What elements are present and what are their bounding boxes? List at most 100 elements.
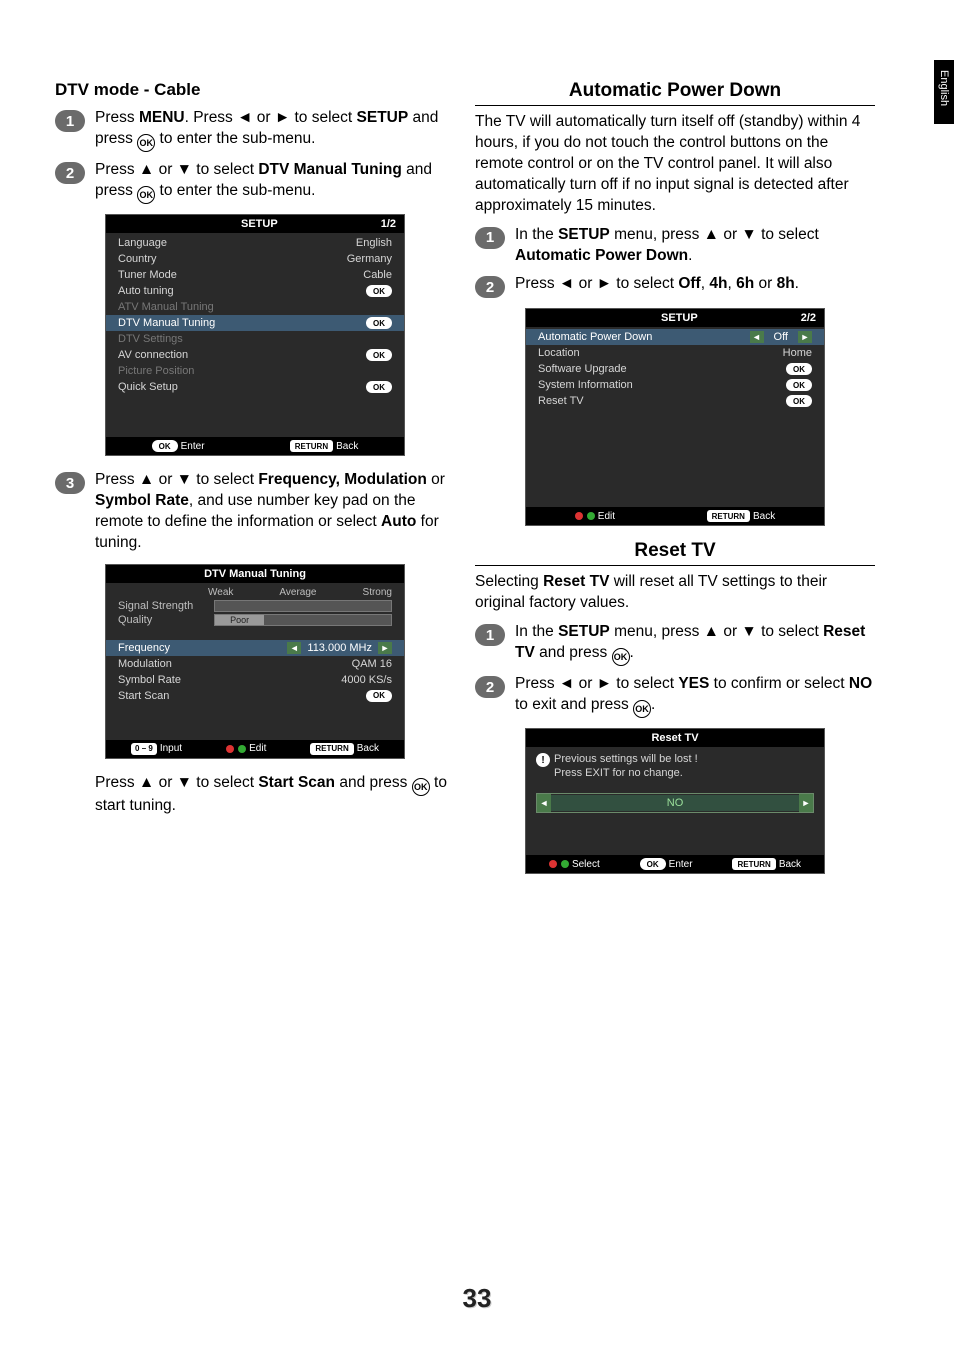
row-loc: LocationHome	[526, 345, 824, 361]
t: 6h	[736, 275, 754, 292]
t: Back	[753, 511, 775, 522]
osd1-titlebar: SETUP 1/2	[106, 215, 404, 233]
quality-row: Quality Poor	[118, 614, 392, 626]
reset-step-1-text: In the SETUP menu, press ▲ or ▼ to selec…	[515, 622, 875, 666]
val: 4000 KS/s	[341, 674, 392, 686]
lbl: Auto tuning	[118, 285, 174, 297]
osd1-title: SETUP	[138, 218, 381, 230]
val: QAM 16	[352, 658, 392, 670]
ok-icon: OK	[633, 700, 651, 718]
row-reset: Reset TV OK	[526, 393, 824, 409]
t: Input	[160, 743, 182, 754]
t: or	[427, 471, 445, 488]
val: Off	[774, 331, 788, 343]
apd-step-1: 1 In the SETUP menu, press ▲ or ▼ to sel…	[475, 225, 875, 267]
lbl: Start Scan	[118, 690, 169, 702]
reset-title: Reset TV	[475, 540, 875, 566]
lbl: System Information	[538, 379, 633, 391]
osd-dtv-manual: DTV Manual Tuning Weak Average Strong Si…	[105, 564, 405, 759]
dots-icon	[549, 860, 569, 868]
osd-setup-2: SETUP 2/2 Automatic Power Down ◄Off► Loc…	[525, 308, 825, 526]
footer-edit: Edit	[575, 510, 615, 522]
osd1-footer: OK Enter RETURN Back	[106, 437, 404, 455]
t: Enter	[669, 859, 693, 870]
row-language: Language English	[106, 235, 404, 251]
num-pill: 0 – 9	[131, 743, 157, 755]
row-country: CountryGermany	[106, 251, 404, 267]
row-mod: Modulation QAM 16	[106, 656, 404, 672]
lbl: Picture Position	[118, 365, 194, 377]
t: to exit and press	[515, 696, 633, 713]
t: Auto	[381, 513, 416, 530]
step-1-badge: 1	[55, 110, 85, 132]
t: Press ◄ or ► to select	[515, 675, 678, 692]
t: Back	[779, 859, 801, 870]
t: Enter	[181, 441, 205, 452]
t: Start Scan	[258, 774, 335, 791]
signal-strength-row: Signal Strength	[118, 600, 392, 612]
osd1-page: 1/2	[381, 218, 396, 230]
return-pill: RETURN	[310, 743, 353, 755]
row-dtv: DTV Manual TuningOK	[106, 315, 404, 331]
poor-label: Poor	[215, 615, 264, 625]
step-2: 2 Press ▲ or ▼ to select DTV Manual Tuni…	[55, 160, 455, 204]
t: .	[795, 275, 799, 292]
footer-back: RETURN Back	[707, 510, 776, 522]
page-number: 33	[0, 1283, 954, 1314]
t: Automatic Power Down	[515, 247, 688, 264]
t: Previous settings will be lost !	[554, 753, 698, 765]
footer-back: RETURN Back	[290, 440, 359, 452]
row-sym: Symbol Rate4000 KS/s	[106, 672, 404, 688]
lbl: Frequency	[118, 642, 170, 654]
osd3-footer: Edit RETURN Back	[526, 507, 824, 525]
step-1-text: Press MENU. Press ◄ or ► to select SETUP…	[95, 108, 455, 152]
lbl-strong: Strong	[363, 587, 392, 598]
osd3-page: 2/2	[801, 312, 816, 324]
t: .	[651, 696, 655, 713]
no-selector: ◄ NO ►	[536, 793, 814, 813]
reset-step-1-badge: 1	[475, 624, 505, 646]
row-tuner: Tuner ModeCable	[106, 267, 404, 283]
row-sw: Software UpgradeOK	[526, 361, 824, 377]
t: Edit	[598, 511, 615, 522]
signal-bar	[214, 600, 392, 612]
left-arrow-icon: ◄	[537, 794, 551, 812]
osd-setup-1: SETUP 1/2 Language English CountryGermany…	[105, 214, 405, 456]
lbl: Automatic Power Down	[538, 331, 652, 343]
footer-select: Select	[549, 858, 600, 870]
lbl-sig: Signal Strength	[118, 600, 208, 612]
t: Press ◄ or ► to select	[515, 275, 678, 292]
row-pic: Picture Position	[106, 363, 404, 379]
t: SETUP	[558, 226, 610, 243]
ok-icon: OK	[412, 778, 430, 796]
lbl: DTV Manual Tuning	[118, 317, 215, 329]
t: NO	[849, 675, 872, 692]
return-pill: RETURN	[732, 858, 775, 870]
apd-step-2-badge: 2	[475, 276, 505, 298]
right-column: Automatic Power Down The TV will automat…	[475, 80, 875, 884]
lbl: Language	[118, 237, 167, 249]
val: English	[356, 237, 392, 249]
lbl: ATV Manual Tuning	[118, 301, 214, 313]
quality-bar: Poor	[214, 614, 392, 626]
t: Press ▲ or ▼ to select	[95, 774, 258, 791]
t: Reset TV	[543, 573, 609, 590]
step-2-badge: 2	[55, 162, 85, 184]
return-pill: RETURN	[290, 440, 333, 452]
row-atv: ATV Manual Tuning	[106, 299, 404, 315]
lbl: Reset TV	[538, 395, 584, 407]
t: .	[688, 247, 692, 264]
warning-icon: !	[536, 753, 550, 767]
val: OK	[786, 395, 812, 407]
footer-edit: Edit	[226, 743, 266, 755]
t: Selecting	[475, 573, 543, 590]
lbl: Modulation	[118, 658, 172, 670]
start-scan-text: Press ▲ or ▼ to select Start Scan and pr…	[95, 773, 455, 817]
apd-step-1-text: In the SETUP menu, press ▲ or ▼ to selec…	[515, 225, 875, 267]
osd4-footer: Select OK Enter RETURN Back	[526, 855, 824, 873]
lbl: Tuner Mode	[118, 269, 177, 281]
warn-line-1: ! Previous settings will be lost !	[536, 753, 814, 767]
val: Home	[783, 347, 812, 359]
lbl: Quick Setup	[118, 381, 178, 393]
ok-pill: OK	[152, 440, 178, 452]
